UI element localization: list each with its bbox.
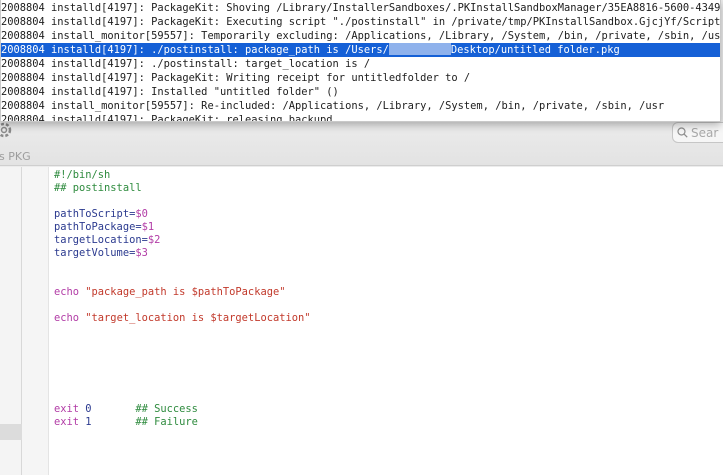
code-token-keyword: echo [54, 312, 80, 324]
log-text: 2008804 install_monitor[59557]: Re-inclu… [1, 100, 665, 112]
code-token-comment: #!/bin/sh [54, 169, 111, 181]
code-line[interactable]: #!/bin/sh [54, 169, 110, 182]
editor-toolbar [0, 118, 723, 166]
code-token-comment: ## Failure [91, 416, 198, 428]
code-token-var: $1 [141, 221, 155, 233]
log-line[interactable]: 2008804 installd[4197]: PackageKit: Shov… [1, 1, 721, 15]
log-text: 2008804 installd[4197]: PackageKit: rele… [1, 114, 333, 122]
log-line[interactable]: 2008804 install_monitor[59557]: Re-inclu… [1, 99, 720, 113]
code-token-keyword: echo [54, 286, 80, 298]
code-token-var: $0 [135, 208, 148, 220]
log-line[interactable]: 2008804 installd[4197]: Installed "untit… [1, 85, 720, 99]
log-line[interactable]: 2008804 installd[4197]: ./postinstall: t… [1, 57, 720, 71]
log-line-selected[interactable]: 2008804 installd[4197]: ./postinstall: p… [1, 43, 720, 57]
line-number-gutter [22, 167, 49, 475]
code-line[interactable]: pathToScript=$0 [54, 208, 148, 221]
code-line[interactable]: exit 1 ## Failure [54, 416, 198, 429]
code-token-plain: targetLocation= [54, 234, 148, 246]
redacted-username [388, 43, 451, 55]
log-text: 2008804 installd[4197]: ./postinstall: p… [1, 44, 389, 56]
log-line[interactable]: 2008804 installd[4197]: PackageKit: rele… [1, 113, 720, 122]
code-line[interactable]: pathToPackage=$1 [54, 221, 154, 234]
code-line[interactable]: targetLocation=$2 [54, 234, 160, 247]
code-token-var: $3 [135, 247, 148, 259]
log-text: 2008804 installd[4197]: PackageKit: Exec… [1, 16, 721, 28]
console-log-window[interactable]: 2008804 installd[4197]: PackageKit: Shov… [0, 0, 721, 122]
sidebar-selected-row[interactable] [0, 424, 22, 440]
log-text: 2008804 installd[4197]: PackageKit: Writ… [1, 72, 471, 84]
log-text: 2008804 install_monitor[59557]: Temporar… [1, 30, 721, 42]
code-token-string: "package_path is $pathToPackage" [79, 286, 286, 298]
code-token-var: $2 [147, 234, 161, 246]
code-token-string: "target_location is $targetLocation" [79, 312, 311, 324]
code-line[interactable]: echo "package_path is $pathToPackage" [54, 286, 285, 299]
code-token-plain: pathToPackage= [54, 221, 142, 233]
code-token-keyword: exit [54, 416, 80, 428]
code-token-comment: ## Success [91, 403, 198, 415]
log-line[interactable]: 2008804 install_monitor[59557]: Temporar… [1, 29, 721, 43]
log-text-after: Desktop/untitled folder.pkg [450, 44, 620, 56]
code-token-plain: targetVolume= [54, 247, 136, 259]
log-text: 2008804 installd[4197]: ./postinstall: t… [1, 58, 371, 70]
code-line[interactable]: ## postinstall [54, 182, 142, 195]
log-text: 2008804 installd[4197]: PackageKit: Shov… [1, 2, 721, 14]
code-line[interactable]: echo "target_location is $targetLocation… [54, 312, 311, 325]
log-line[interactable]: 2008804 installd[4197]: PackageKit: Exec… [1, 15, 721, 29]
search-input[interactable]: Sear [672, 122, 723, 143]
gear-icon[interactable] [0, 120, 14, 140]
code-line[interactable]: targetVolume=$3 [54, 247, 148, 260]
log-line[interactable]: 2008804 installd[4197]: PackageKit: Writ… [1, 71, 720, 85]
search-placeholder: Sear [691, 125, 719, 140]
code-token-plain: pathToScript= [54, 208, 136, 220]
search-icon [677, 127, 688, 138]
code-token-keyword: exit [54, 403, 80, 415]
code-token-comment: ## postinstall [54, 182, 142, 194]
code-line[interactable]: exit 0 ## Success [54, 403, 198, 416]
toolbar-pkg-label: s PKG [0, 150, 31, 163]
log-text: 2008804 installd[4197]: Installed "untit… [1, 86, 339, 98]
